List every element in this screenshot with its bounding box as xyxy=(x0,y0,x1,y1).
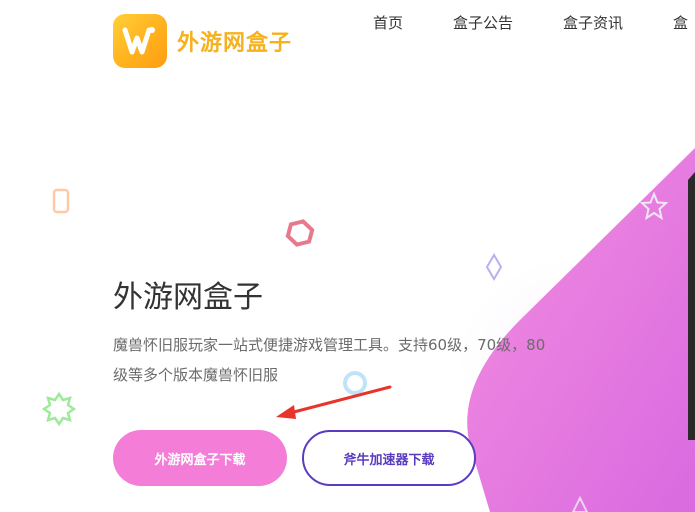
nav-item-more[interactable]: 盒 xyxy=(673,12,688,33)
diamond-deco-icon xyxy=(485,253,503,281)
logo-badge-icon xyxy=(113,14,167,68)
triangle-deco-icon xyxy=(571,496,589,512)
hero-description: 魔兽怀旧服玩家一站式便捷游戏管理工具。支持60级，70级，80级等多个版本魔兽怀… xyxy=(113,336,546,384)
hexagon-deco-icon xyxy=(285,219,315,247)
hero-title: 外游网盒子 xyxy=(113,280,263,315)
burst-deco-icon xyxy=(42,392,76,426)
star-deco-icon xyxy=(640,192,668,220)
top-nav: 首页 盒子公告 盒子资讯 盒 xyxy=(373,12,695,33)
nav-item-announcements[interactable]: 盒子公告 xyxy=(453,12,513,33)
nav-item-home[interactable]: 首页 xyxy=(373,12,403,33)
logo-text: 外游网盒子 xyxy=(177,31,293,56)
download-box-button[interactable]: 外游网盒子下载 xyxy=(113,430,287,486)
nav-item-news[interactable]: 盒子资讯 xyxy=(563,12,623,33)
rounded-rect-deco-icon xyxy=(52,188,70,214)
site-logo[interactable]: 外游网盒子 xyxy=(113,14,292,68)
download-accelerator-button[interactable]: 斧牛加速器下载 xyxy=(302,430,476,486)
